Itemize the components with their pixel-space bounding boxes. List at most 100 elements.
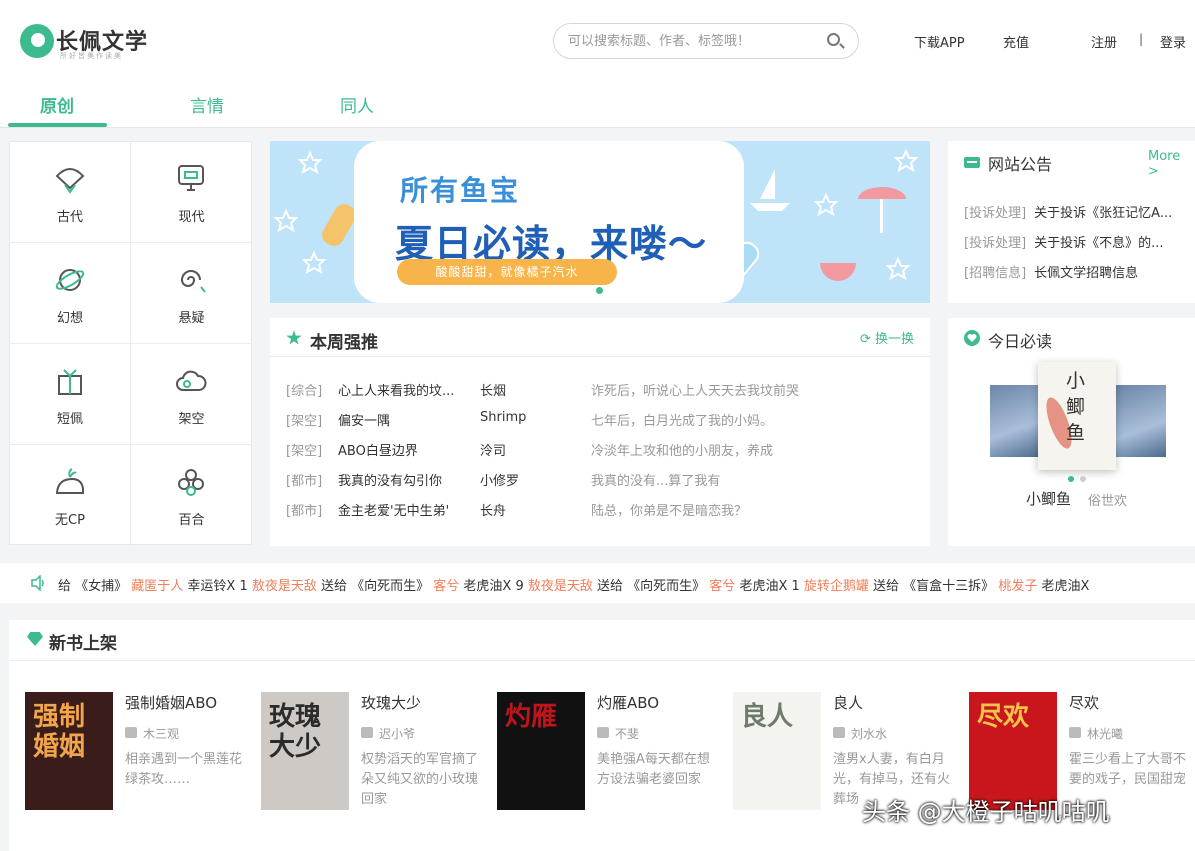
book-author[interactable]: Shrimp [480, 410, 526, 425]
book-desc: 美艳强A每天都在想方设法骗老婆回家 [597, 752, 710, 787]
fan-icon [55, 168, 85, 194]
book-title[interactable]: 良人 [833, 692, 863, 713]
site-logo[interactable]: 长佩文学 所好皆美作读美 [20, 22, 160, 62]
ticker-username[interactable]: 敖夜是天敌 [252, 579, 317, 594]
notice-tag: [投诉处理] [964, 236, 1027, 251]
genre-tag: [都市] [286, 474, 323, 489]
register-link[interactable]: 注册 [1091, 32, 1117, 51]
book-title[interactable]: 强制婚姻ABO [125, 692, 217, 713]
ticker-text: 给 《女捕》 藏匿于人 幸运铃X 1 敖夜是天敌 送给 《向死而生》 客兮 老虎… [58, 575, 1089, 594]
book-author[interactable]: 泠司 [480, 440, 506, 459]
book-author[interactable]: 小修罗 [480, 470, 519, 489]
genre-tag: [综合] [286, 384, 323, 399]
notice-text[interactable]: 长佩文学招聘信息 [1034, 266, 1138, 281]
book-author[interactable]: 长舟 [480, 500, 506, 519]
search-icon[interactable] [827, 33, 840, 46]
book-cover[interactable]: 强制婚姻 [25, 692, 113, 810]
weekly-row[interactable]: [架空] ABO白昼边界 泠司 冷淡年上攻和他的小朋友，养成 [286, 440, 916, 462]
gift-ticker: 给 《女捕》 藏匿于人 幸运铃X 1 敖夜是天敌 送给 《向死而生》 客兮 老虎… [0, 563, 1195, 603]
category-label: 现代 [178, 210, 205, 225]
category-modern[interactable]: 现代 [131, 142, 252, 243]
banner-indicator-dot[interactable] [596, 287, 603, 294]
carousel-cover-prev[interactable] [990, 385, 1040, 457]
book-author[interactable]: 迟小爷 [361, 725, 415, 742]
weekly-row[interactable]: [都市] 金主老爱'无中生弟' 长舟 陆总，你弟是不是暗恋我？ [286, 500, 916, 522]
search-input[interactable] [568, 31, 818, 51]
book-author[interactable]: 长烟 [480, 380, 506, 399]
book-title[interactable]: 灼雁ABO [597, 692, 659, 713]
book-title[interactable]: 金主老爱'无中生弟' [338, 500, 468, 519]
search-box [553, 23, 859, 59]
ticker-username[interactable]: 客兮 [433, 579, 459, 594]
flower-icon [178, 469, 204, 496]
genre-tag: [都市] [286, 504, 323, 519]
weekly-row[interactable]: [都市] 我真的没有勾引你 小修罗 我真的没有...算了我有 [286, 470, 916, 492]
book-title[interactable]: 偏安一隅 [338, 410, 468, 429]
tab-fanfic[interactable]: 同人 [340, 92, 374, 117]
download-app-link[interactable]: 下载APP [914, 32, 965, 51]
cloud-icon [176, 370, 207, 391]
book-author[interactable]: 木三观 [125, 725, 179, 742]
ticker-username[interactable]: 桃发子 [998, 579, 1037, 594]
weekly-recommend-panel: 本周强推 ⟳ 换一换 [综合] 心上人来看我的坟... 长烟 诈死后，听说心上人… [270, 318, 930, 546]
notice-text[interactable]: 关于投诉《不息》的... [1034, 236, 1163, 251]
category-label: 架空 [178, 412, 205, 427]
notice-item[interactable]: [投诉处理] 关于投诉《张狂记忆A... [964, 202, 1172, 221]
recharge-link[interactable]: 充值 [1003, 32, 1029, 51]
carousel-dot[interactable] [1080, 476, 1086, 482]
new-book-card[interactable]: 玫瑰大少 玫瑰大少 迟小爷 权势滔天的军官摘了朵又纯又欲的小玫瑰回家 [261, 692, 491, 822]
book-author[interactable]: 林光曦 [1069, 725, 1123, 742]
notice-tag: [投诉处理] [964, 206, 1027, 221]
ticker-username[interactable]: 客兮 [709, 579, 735, 594]
notice-item[interactable]: [投诉处理] 关于投诉《不息》的... [964, 232, 1164, 251]
category-ancient[interactable]: 古代 [10, 142, 131, 243]
book-author[interactable]: 不斐 [597, 725, 639, 742]
ticker-username[interactable]: 藏匿于人 [131, 579, 183, 594]
monitor-icon [178, 165, 204, 191]
tab-original[interactable]: 原创 [40, 92, 74, 117]
ticker-segment: 幸运铃X 1 [183, 579, 252, 594]
heart-badge-icon [964, 330, 980, 346]
category-grid: 古代 现代 幻想 悬疑 短佩 架空 无CP 百合 [9, 141, 252, 546]
site-header: 长佩文学 所好皆美作读美 下载APP 充值 注册 | 登录 原创 言情 同人 [0, 0, 1195, 128]
category-alt-history[interactable]: 架空 [131, 344, 252, 445]
carousel-dot-active[interactable] [1068, 476, 1074, 482]
category-label: 短佩 [56, 412, 83, 427]
book-title[interactable]: ABO白昼边界 [338, 440, 468, 459]
book-cover[interactable]: 良人 [733, 692, 821, 810]
new-book-card[interactable]: 灼雁 灼雁ABO 不斐美艳强A每天都在想方设法骗老婆回家 [497, 692, 727, 822]
ticker-segment: 送给 《盲盒十三拆》 [868, 579, 999, 594]
new-book-card[interactable]: 强制婚姻 强制婚姻ABO 木三观 相亲遇到一个黑莲花绿茶攻…… [25, 692, 255, 822]
book-author[interactable]: 刘水水 [833, 725, 887, 742]
weekly-row[interactable]: [架空] 偏安一隅 Shrimp 七年后，白月光成了我的小妈。 [286, 410, 916, 432]
book-title[interactable]: 心上人来看我的坟... [338, 380, 468, 399]
book-desc: 陆总，你弟是不是暗恋我？ [591, 504, 748, 519]
weekly-row[interactable]: [综合] 心上人来看我的坟... 长烟 诈死后，听说心上人天天去我坟前哭 [286, 380, 916, 402]
ticker-username[interactable]: 敖夜是天敌 [528, 579, 593, 594]
book-title[interactable]: 尽欢 [1069, 692, 1099, 713]
category-no-cp[interactable]: 无CP [10, 445, 131, 546]
carousel-cover-next[interactable] [1116, 385, 1166, 457]
book-cover[interactable]: 灼雁 [497, 692, 585, 810]
ticker-segment: 送给 《向死而生》 [316, 579, 434, 594]
book-title[interactable]: 我真的没有勾引你 [338, 470, 468, 489]
login-link[interactable]: 登录 [1160, 32, 1186, 51]
notice-text[interactable]: 关于投诉《张狂记忆A... [1034, 206, 1172, 221]
promo-banner[interactable]: 所有鱼宝 夏日必读，来喽～ 酸酸甜甜，就像橘子汽水 [270, 141, 930, 303]
category-mystery[interactable]: 悬疑 [131, 243, 252, 344]
ticker-segment: 老虎油X 9 [459, 579, 528, 594]
category-short[interactable]: 短佩 [10, 344, 131, 445]
notice-item[interactable]: [招聘信息] 长佩文学招聘信息 [964, 262, 1138, 281]
carousel-cover-active[interactable]: 小鲫鱼 [1038, 362, 1116, 470]
tab-romance[interactable]: 言情 [190, 92, 224, 117]
book-title[interactable]: 玫瑰大少 [361, 692, 421, 713]
category-fantasy[interactable]: 幻想 [10, 243, 131, 344]
book-cover[interactable]: 玫瑰大少 [261, 692, 349, 810]
ticker-username[interactable]: 旋转企鹅罐 [804, 579, 869, 594]
daily-must-read-panel: 今日必读 小鲫鱼 小鲫鱼 俗世欢 [948, 318, 1195, 546]
category-yuri[interactable]: 百合 [131, 445, 252, 546]
must-read-author[interactable]: 俗世欢 [1088, 490, 1127, 509]
must-read-book-title[interactable]: 小鲫鱼 [1026, 488, 1071, 509]
more-link[interactable]: More > [1148, 149, 1195, 179]
refresh-button[interactable]: ⟳ 换一换 [860, 328, 914, 347]
